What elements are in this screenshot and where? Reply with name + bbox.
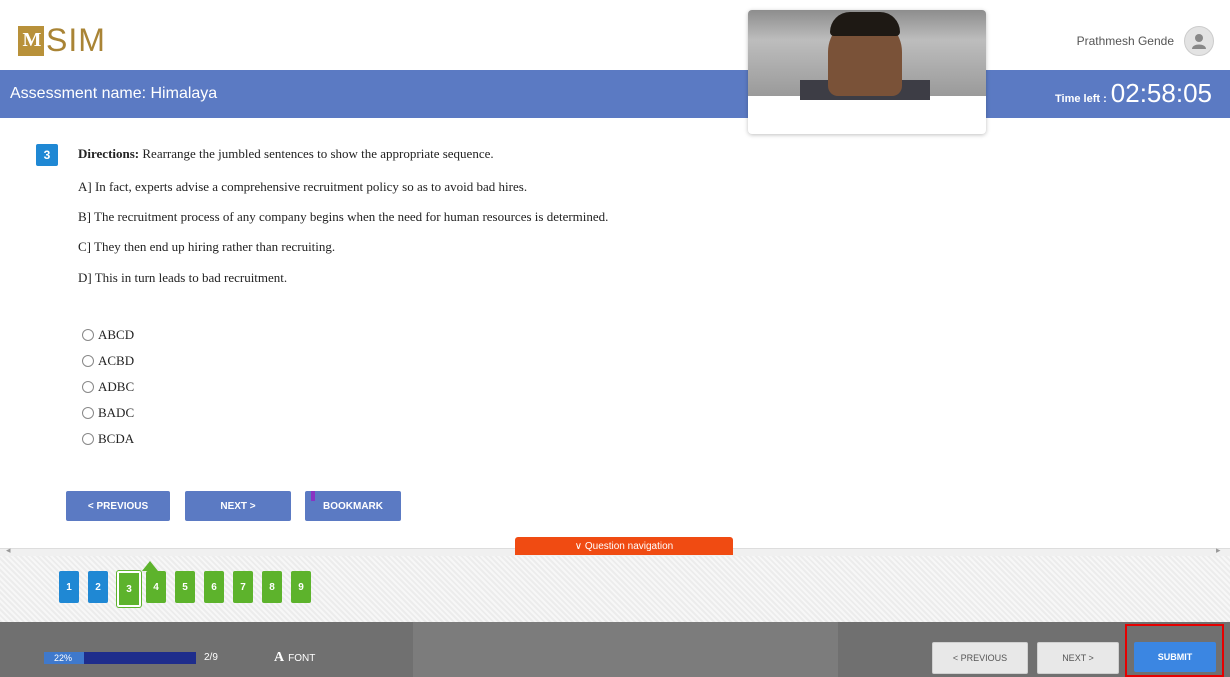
assessment-bar: Assessment name: Himalaya Time left : 02… <box>0 70 1230 118</box>
webcam-video <box>748 10 986 100</box>
option-abcd[interactable]: ABCD <box>82 322 134 348</box>
option-label: ABCD <box>98 327 135 342</box>
option-adbc[interactable]: ADBC <box>82 374 134 400</box>
question-nav-4[interactable]: 4 <box>146 571 166 603</box>
logo-text: SIM <box>46 22 106 58</box>
bookmark-flag-icon <box>311 491 315 501</box>
scroll-right-icon[interactable]: ▸ <box>1216 545 1221 556</box>
time-left-label: Time left : <box>1055 93 1107 105</box>
radio-icon[interactable] <box>82 407 94 419</box>
question-nav-9[interactable]: 9 <box>291 571 311 603</box>
question-navigation-toggle[interactable]: ∨ Question navigation <box>515 537 733 555</box>
user-avatar-icon[interactable] <box>1184 26 1214 56</box>
radio-icon[interactable] <box>82 433 94 445</box>
directions-text: Rearrange the jumbled sentences to show … <box>139 146 494 161</box>
question-nav-1[interactable]: 1 <box>59 571 79 603</box>
bookmark-button[interactable]: BOOKMARK <box>305 491 401 521</box>
top-header: M SIM Prathmesh Gende <box>0 0 1230 70</box>
current-question-pointer-icon <box>142 561 158 571</box>
webcam-preview <box>748 10 986 134</box>
user-name: Prathmesh Gende <box>1076 34 1174 48</box>
option-label: BCDA <box>98 431 135 446</box>
question-nav-5[interactable]: 5 <box>175 571 195 603</box>
person-icon <box>1192 34 1206 49</box>
footer-next-button[interactable]: NEXT > <box>1037 642 1119 674</box>
timer: Time left : 02:58:05 <box>1055 78 1212 109</box>
option-label: ACBD <box>98 353 135 368</box>
question-nav-2[interactable]: 2 <box>88 571 108 603</box>
sentence-b: B] The recruitment process of any compan… <box>78 209 609 224</box>
next-button[interactable]: NEXT > <box>185 491 291 521</box>
font-size-button[interactable]: A FONT <box>274 650 315 666</box>
sentence-d: D] This in turn leads to bad recruitment… <box>78 270 288 285</box>
font-label: FONT <box>288 653 316 664</box>
option-acbd[interactable]: ACBD <box>82 348 134 374</box>
answer-options: ABCD ACBD ADBC BADC BCDA <box>82 322 134 452</box>
footer-previous-button[interactable]: < PREVIOUS <box>932 642 1028 674</box>
progress-text: 22% <box>54 653 73 663</box>
option-label: BADC <box>98 405 135 420</box>
font-icon: A <box>274 650 285 665</box>
webcam-person-hair <box>830 12 900 36</box>
option-label: ADBC <box>98 379 135 394</box>
logo-mark-icon: M <box>18 25 44 56</box>
bottom-bar-center <box>413 622 838 677</box>
time-left-value: 02:58:05 <box>1110 78 1212 108</box>
user-profile[interactable]: Prathmesh Gende <box>1077 26 1214 56</box>
question-number: 3 <box>36 144 58 166</box>
progress-bar: 22% <box>44 652 196 664</box>
sentence-c: C] They then end up hiring rather than r… <box>78 239 336 254</box>
previous-button[interactable]: < PREVIOUS <box>66 491 170 521</box>
bookmark-label: BOOKMARK <box>323 500 383 512</box>
submit-button[interactable]: SUBMIT <box>1134 642 1216 672</box>
question-nav-3[interactable]: 3 <box>117 571 141 607</box>
directions-label: Directions: <box>78 146 140 161</box>
assessment-title: Assessment name: Himalaya <box>10 85 218 102</box>
sim-logo: M SIM <box>18 22 106 59</box>
scroll-left-icon[interactable]: ◂ <box>6 545 11 556</box>
radio-icon[interactable] <box>82 329 94 341</box>
radio-icon[interactable] <box>82 355 94 367</box>
question-count: 2/9 <box>204 652 218 663</box>
question-directions: Directions: Rearrange the jumbled senten… <box>78 146 494 162</box>
option-bcda[interactable]: BCDA <box>82 426 134 452</box>
question-nav-8[interactable]: 8 <box>262 571 282 603</box>
sentence-a: A] In fact, experts advise a comprehensi… <box>78 179 528 194</box>
question-nav-7[interactable]: 7 <box>233 571 253 603</box>
question-nav-6[interactable]: 6 <box>204 571 224 603</box>
option-badc[interactable]: BADC <box>82 400 134 426</box>
radio-icon[interactable] <box>82 381 94 393</box>
